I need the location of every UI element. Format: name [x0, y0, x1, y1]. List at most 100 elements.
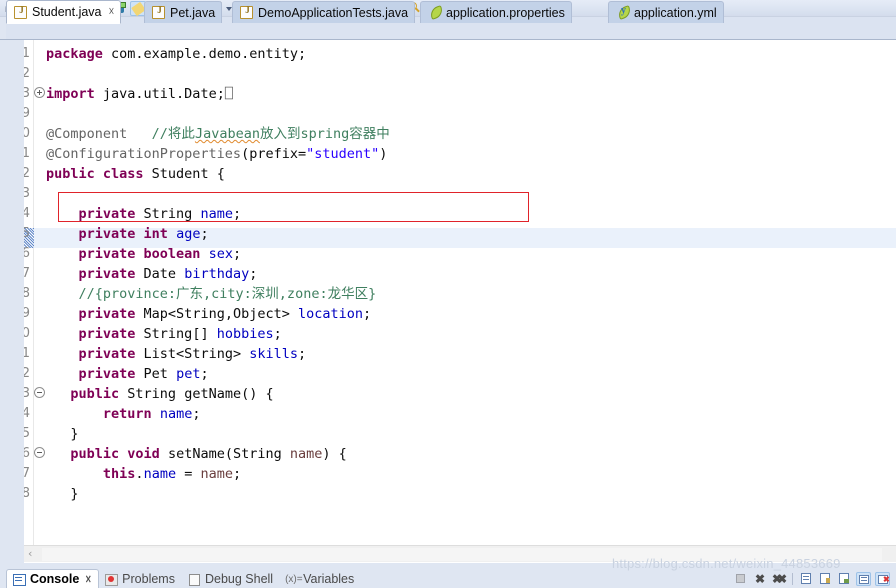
clear-console-icon[interactable]: ✖: [875, 572, 890, 586]
line-number: 15: [24, 226, 30, 241]
code-line-text: private List<String> skills;: [34, 344, 307, 364]
editor-tab-label: application.properties: [446, 5, 565, 20]
line-number: 23: [24, 386, 30, 401]
code-line[interactable]: 27 this.name = name;: [24, 464, 390, 484]
scroll-left-icon[interactable]: ‹: [28, 548, 32, 559]
code-token: //{province:广东,city:深圳,zone:龙华区}: [46, 286, 377, 302]
pin-console-icon[interactable]: [837, 572, 852, 586]
remove-all-terminated-icon[interactable]: ✖ ✖: [771, 572, 787, 586]
code-line[interactable]: 28 }: [24, 484, 390, 504]
code-line-text: //{province:广东,city:深圳,zone:龙华区}: [34, 284, 377, 304]
line-number: 11: [24, 146, 30, 161]
code-line[interactable]: 21 private List<String> skills;: [24, 344, 390, 364]
code-line-text: private boolean sex;: [34, 244, 242, 264]
code-line[interactable]: 20 private String[] hobbies;: [24, 324, 390, 344]
code-line[interactable]: 26 public void setName(String name) {: [24, 444, 390, 464]
code-line[interactable]: 22 private Pet pet;: [24, 364, 390, 384]
editor-text-area[interactable]: 1 package com.example.demo.entity; 2 3 impor…: [24, 40, 896, 545]
close-icon[interactable]: ☓: [85, 573, 91, 586]
code-token: pet: [176, 366, 201, 382]
line-number: 2: [24, 66, 30, 81]
code-token: }: [46, 486, 79, 502]
bottom-tab-bar: Console ☓ Problems Debug Shell (x)= Vari…: [6, 569, 361, 588]
close-icon[interactable]: ☓: [109, 6, 115, 18]
code-line[interactable]: 25 }: [24, 424, 390, 444]
code-line[interactable]: 15 private int age;: [24, 224, 390, 244]
code-token: ;: [232, 206, 242, 222]
remove-launch-icon[interactable]: ✖: [752, 572, 767, 586]
code-line[interactable]: 19 private Map<String,Object> location;: [24, 304, 390, 324]
editor-tab-application-properties[interactable]: application.properties: [420, 1, 572, 23]
open-console-icon[interactable]: [799, 572, 814, 586]
code-line[interactable]: 12 public class Student {: [24, 164, 390, 184]
code-line-text: this.name = name;: [34, 464, 241, 484]
code-token: @ConfigurationProperties: [46, 146, 242, 162]
editor-tab-pet-java[interactable]: Pet.java: [144, 1, 223, 23]
code-token: "student": [306, 146, 380, 162]
properties-file-icon: [428, 6, 442, 19]
scrollbar-thumb[interactable]: [42, 548, 882, 561]
code-line[interactable]: 11 @ConfigurationProperties(prefix="stude…: [24, 144, 390, 164]
code-token: Date: [143, 266, 185, 282]
code-token: name: [289, 446, 323, 462]
code-line[interactable]: 23 public String getName() {: [24, 384, 390, 404]
line-number: 9: [24, 106, 30, 121]
terminate-icon[interactable]: [733, 572, 748, 586]
code-line[interactable]: 13: [24, 184, 390, 204]
editor-tab-label: DemoApplicationTests.java: [258, 5, 409, 20]
code-line-text: public String getName() {: [34, 384, 273, 404]
problems-icon: [104, 573, 119, 586]
editor-tab-label: Student.java: [32, 5, 102, 19]
code-line[interactable]: 17 private Date birthday;: [24, 264, 390, 284]
code-token: (: [241, 146, 250, 162]
code-token: ;: [192, 406, 201, 422]
line-number: 28: [24, 486, 30, 501]
editor-horizontal-scrollbar[interactable]: ‹: [24, 545, 896, 562]
code-line[interactable]: 2: [24, 64, 390, 84]
code-line-text: private Pet pet;: [34, 364, 209, 384]
code-line-text: private String[] hobbies;: [34, 324, 282, 344]
code-token: name: [159, 406, 193, 422]
console-toolbar-separator: [792, 573, 793, 585]
code-line[interactable]: 18 //{province:广东,city:深圳,zone:龙华区}: [24, 284, 390, 304]
editor-tab-application-yml[interactable]: application.yml: [608, 1, 724, 23]
editor-tab-label: application.yml: [634, 5, 717, 20]
code-line[interactable]: 14 private String name;: [24, 204, 390, 224]
code-token: com.example.demo.entity;: [111, 46, 307, 62]
code-token: List<String>: [143, 346, 250, 362]
code-line[interactable]: 1 package com.example.demo.entity;: [24, 44, 390, 64]
code-editor[interactable]: 1 package com.example.demo.entity; 2 3 impor…: [0, 40, 896, 563]
code-token: private boolean: [78, 246, 209, 262]
bottom-tab-problems[interactable]: Problems: [99, 570, 182, 588]
bottom-tab-console[interactable]: Console ☓: [6, 569, 100, 588]
code-line[interactable]: 3 import java.util.Date;⎕: [24, 84, 390, 104]
code-line[interactable]: 9: [24, 104, 390, 124]
code-token: Pet: [143, 366, 177, 382]
code-token: }: [46, 426, 79, 442]
scroll-lock-icon[interactable]: [856, 572, 871, 586]
code-token: ;: [200, 366, 209, 382]
bottom-tab-label: Variables: [303, 572, 355, 586]
code-line[interactable]: 16 private boolean sex;: [24, 244, 390, 264]
bottom-tab-variables[interactable]: (x)= Variables: [280, 570, 361, 588]
code-token: private: [78, 206, 144, 222]
code-line-text: return name;: [34, 404, 201, 424]
line-number: 13: [24, 186, 30, 201]
editor-tab-student-java[interactable]: Student.java ☓: [6, 0, 122, 24]
display-selected-console-icon[interactable]: [818, 572, 833, 586]
code-token: location: [297, 306, 364, 322]
code-token: @Component: [46, 126, 128, 142]
annotation-ruler[interactable]: [0, 40, 24, 563]
console-toolbar: ✖ ✖ ✖ ✖: [731, 571, 892, 587]
code-token: import: [46, 86, 103, 102]
source-code[interactable]: 1 package com.example.demo.entity; 2 3 impor…: [24, 44, 390, 504]
code-line[interactable]: 10 @Component //将此Javabean放入到spring容器中: [24, 124, 390, 144]
code-line[interactable]: 24 return name;: [24, 404, 390, 424]
code-token: ): [379, 146, 388, 162]
bottom-tab-debug-shell[interactable]: Debug Shell: [182, 570, 280, 588]
editor-tab-demoapplicationtests-java[interactable]: DemoApplicationTests.java: [232, 1, 416, 23]
code-line-text: package com.example.demo.entity;: [34, 44, 306, 64]
